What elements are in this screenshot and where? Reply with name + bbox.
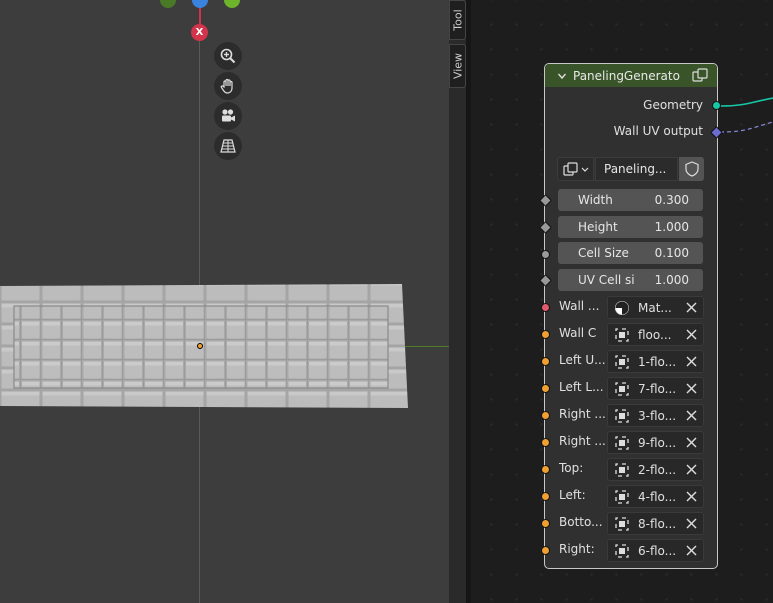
node-group-selector: Paneling... <box>557 157 704 181</box>
chevron-down-icon[interactable] <box>557 71 567 81</box>
data-block-name: Mat... <box>638 300 672 315</box>
gizmo-y-icon[interactable] <box>224 0 240 8</box>
data-input-label: Wall ... <box>559 299 600 313</box>
hand-pan-icon[interactable] <box>214 72 242 100</box>
close-icon[interactable] <box>686 329 697 340</box>
node-group-icon <box>692 68 708 82</box>
close-icon[interactable] <box>686 518 697 529</box>
output-wall-uv-label: Wall UV output <box>613 124 703 138</box>
tab-view[interactable]: View <box>449 44 466 88</box>
data-input-socket[interactable] <box>541 357 550 366</box>
data-block-field[interactable]: floo... <box>607 323 704 346</box>
data-input-socket[interactable] <box>541 330 550 339</box>
fake-user-shield-icon[interactable] <box>679 157 704 181</box>
zoom-icon[interactable] <box>214 42 242 70</box>
gizmo-x-icon[interactable]: X <box>191 24 208 41</box>
geometry-link[interactable] <box>716 90 773 140</box>
data-block-name: 3-flo... <box>638 408 677 423</box>
collection-icon <box>615 327 629 342</box>
close-icon[interactable] <box>686 410 697 421</box>
close-icon[interactable] <box>686 437 697 448</box>
data-input-socket[interactable] <box>541 546 550 555</box>
data-block-name: 8-flo... <box>638 516 677 531</box>
data-input-label: Left U... <box>559 353 605 367</box>
data-block-name: floo... <box>638 327 672 342</box>
gizmo-neg-y-icon[interactable] <box>160 0 176 8</box>
node-header[interactable]: PanelingGenerato <box>545 64 717 87</box>
data-block-field[interactable]: 8-flo... <box>607 512 704 535</box>
data-block-field[interactable]: 9-flo... <box>607 431 704 454</box>
output-geometry-label: Geometry <box>643 98 703 112</box>
data-block-name: 6-flo... <box>638 543 677 558</box>
collection-icon <box>615 462 629 477</box>
close-icon[interactable] <box>686 545 697 556</box>
data-input-socket[interactable] <box>541 492 550 501</box>
data-block-field[interactable]: 7-flo... <box>607 377 704 400</box>
paneled-wall-mesh[interactable] <box>0 280 410 412</box>
close-icon[interactable] <box>686 464 697 475</box>
height-field[interactable]: Height 1.000 <box>558 216 703 238</box>
data-input-socket[interactable] <box>541 411 550 420</box>
close-icon[interactable] <box>686 383 697 394</box>
collection-icon <box>615 435 629 450</box>
data-block-field[interactable]: 1-flo... <box>607 350 704 373</box>
data-block-name: 7-flo... <box>638 381 677 396</box>
cell-size-field[interactable]: Cell Size 0.100 <box>558 242 703 264</box>
data-block-name: 2-flo... <box>638 462 677 477</box>
gizmo-z-icon[interactable] <box>192 0 208 8</box>
data-input-socket[interactable] <box>541 384 550 393</box>
browse-node-group-button[interactable] <box>557 157 594 181</box>
data-input-label: Right: <box>559 542 595 556</box>
close-icon[interactable] <box>686 302 697 313</box>
data-input-socket[interactable] <box>541 519 550 528</box>
data-block-field[interactable]: 2-flo... <box>607 458 704 481</box>
data-input-label: Left: <box>559 488 586 502</box>
node-title: PanelingGenerato <box>573 68 680 83</box>
close-icon[interactable] <box>686 356 697 367</box>
data-input-label: Top: <box>559 461 584 475</box>
data-input-label: Botto... <box>559 515 603 529</box>
collection-icon <box>615 516 629 531</box>
tab-tool[interactable]: Tool <box>449 0 466 40</box>
close-icon[interactable] <box>686 491 697 502</box>
data-block-name: 9-flo... <box>638 435 677 450</box>
data-block-field[interactable]: 3-flo... <box>607 404 704 427</box>
data-input-socket[interactable] <box>541 438 550 447</box>
data-input-socket[interactable] <box>541 303 550 312</box>
sidebar-tabs: Tool View <box>449 0 467 603</box>
collection-icon <box>615 381 629 396</box>
collection-icon <box>615 543 629 558</box>
collection-icon <box>615 354 629 369</box>
node-group-name-field[interactable]: Paneling... <box>595 157 678 181</box>
data-block-field[interactable]: 4-flo... <box>607 485 704 508</box>
data-input-label: Right ... <box>559 407 605 421</box>
collection-icon <box>615 489 629 504</box>
camera-icon[interactable] <box>214 102 242 130</box>
3d-viewport[interactable]: X <box>0 0 449 603</box>
data-input-label: Wall C <box>559 326 597 340</box>
material-icon <box>615 300 629 315</box>
grid-perspective-icon[interactable] <box>214 132 242 160</box>
data-input-socket[interactable] <box>541 465 550 474</box>
input-cell-size-socket[interactable] <box>541 250 550 259</box>
data-block-field[interactable]: Mat... <box>607 296 704 319</box>
data-block-name: 4-flo... <box>638 489 677 504</box>
data-input-label: Right ... <box>559 434 605 448</box>
object-origin <box>197 343 203 349</box>
output-geometry-socket[interactable] <box>712 101 721 110</box>
uv-cell-size-field[interactable]: UV Cell si 1.000 <box>558 269 703 291</box>
collection-icon <box>615 408 629 423</box>
data-block-field[interactable]: 6-flo... <box>607 539 704 562</box>
data-input-label: Left L... <box>559 380 604 394</box>
data-block-name: 1-flo... <box>638 354 677 369</box>
width-field[interactable]: Width 0.300 <box>558 189 703 211</box>
